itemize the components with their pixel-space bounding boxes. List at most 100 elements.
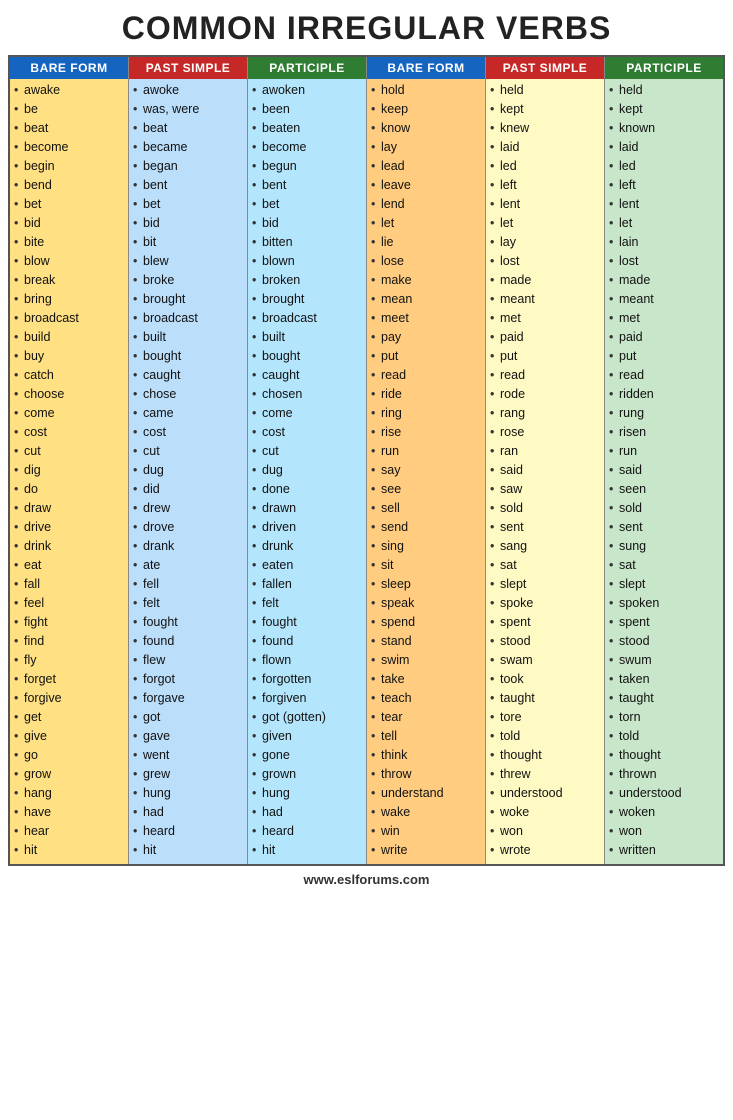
list-item: sold <box>490 499 600 518</box>
list-item: hold <box>371 81 481 100</box>
column-3: BARE FORMholdkeepknowlayleadleavelendlet… <box>367 57 486 864</box>
list-item: stood <box>490 632 600 651</box>
list-item: rode <box>490 385 600 404</box>
list-item: drew <box>133 499 243 518</box>
col-header-5: PARTICIPLE <box>605 57 723 79</box>
list-item: bitten <box>252 233 362 252</box>
list-item: beat <box>14 119 124 138</box>
list-item: hit <box>14 841 124 860</box>
list-item: meant <box>490 290 600 309</box>
list-item: held <box>609 81 719 100</box>
list-item: heard <box>252 822 362 841</box>
list-item: did <box>133 480 243 499</box>
list-item: rose <box>490 423 600 442</box>
list-item: lead <box>371 157 481 176</box>
list-item: feel <box>14 594 124 613</box>
list-item: spent <box>609 613 719 632</box>
list-item: been <box>252 100 362 119</box>
list-item: catch <box>14 366 124 385</box>
list-item: told <box>609 727 719 746</box>
list-item: went <box>133 746 243 765</box>
list-item: slept <box>609 575 719 594</box>
col-body-1: awokewas, werebeatbecamebeganbentbetbidb… <box>129 79 247 864</box>
list-item: lend <box>371 195 481 214</box>
list-item: say <box>371 461 481 480</box>
list-item: swam <box>490 651 600 670</box>
list-item: eat <box>14 556 124 575</box>
list-item: become <box>14 138 124 157</box>
list-item: left <box>609 176 719 195</box>
list-item: spoken <box>609 594 719 613</box>
list-item: give <box>14 727 124 746</box>
list-item: was, were <box>133 100 243 119</box>
footer: www.eslforums.com <box>8 872 725 887</box>
list-item: teach <box>371 689 481 708</box>
list-item: wrote <box>490 841 600 860</box>
list-item: met <box>490 309 600 328</box>
list-item: woken <box>609 803 719 822</box>
list-item: paid <box>490 328 600 347</box>
list-item: took <box>490 670 600 689</box>
list-item: slept <box>490 575 600 594</box>
list-item: speak <box>371 594 481 613</box>
list-item: grew <box>133 765 243 784</box>
list-item: stand <box>371 632 481 651</box>
list-item: driven <box>252 518 362 537</box>
list-item: meet <box>371 309 481 328</box>
col-body-5: heldkeptknownlaidledleftlentletlainlostm… <box>605 79 723 864</box>
list-item: rise <box>371 423 481 442</box>
list-item: bend <box>14 176 124 195</box>
list-item: cut <box>133 442 243 461</box>
list-item: hit <box>133 841 243 860</box>
list-item: kept <box>490 100 600 119</box>
list-item: begun <box>252 157 362 176</box>
list-item: sent <box>490 518 600 537</box>
list-item: rung <box>609 404 719 423</box>
list-item: let <box>490 214 600 233</box>
list-item: blew <box>133 252 243 271</box>
list-item: go <box>14 746 124 765</box>
list-item: bit <box>133 233 243 252</box>
list-item: do <box>14 480 124 499</box>
list-item: hung <box>133 784 243 803</box>
list-item: thought <box>609 746 719 765</box>
list-item: hit <box>252 841 362 860</box>
list-item: felt <box>252 594 362 613</box>
list-item: fought <box>133 613 243 632</box>
column-2: PARTICIPLEawokenbeenbeatenbecomebegunben… <box>248 57 367 864</box>
col-body-2: awokenbeenbeatenbecomebegunbentbetbidbit… <box>248 79 366 864</box>
list-item: sent <box>609 518 719 537</box>
col-body-4: heldkeptknewlaidledleftlentletlaylostmad… <box>486 79 604 864</box>
list-item: leave <box>371 176 481 195</box>
list-item: won <box>609 822 719 841</box>
list-item: held <box>490 81 600 100</box>
list-item: read <box>490 366 600 385</box>
list-item: got <box>133 708 243 727</box>
column-4: PAST SIMPLEheldkeptknewlaidledleftlentle… <box>486 57 605 864</box>
list-item: forgive <box>14 689 124 708</box>
list-item: eaten <box>252 556 362 575</box>
list-item: led <box>609 157 719 176</box>
list-item: blown <box>252 252 362 271</box>
list-item: cost <box>133 423 243 442</box>
list-item: drank <box>133 537 243 556</box>
list-item: buy <box>14 347 124 366</box>
list-item: run <box>371 442 481 461</box>
list-item: understood <box>609 784 719 803</box>
list-item: begin <box>14 157 124 176</box>
col-header-4: PAST SIMPLE <box>486 57 604 79</box>
list-item: lost <box>609 252 719 271</box>
column-5: PARTICIPLEheldkeptknownlaidledleftlentle… <box>605 57 723 864</box>
list-item: broke <box>133 271 243 290</box>
list-item: fought <box>252 613 362 632</box>
list-item: had <box>252 803 362 822</box>
list-item: blow <box>14 252 124 271</box>
list-item: awoken <box>252 81 362 100</box>
list-item: built <box>252 328 362 347</box>
list-item: bent <box>252 176 362 195</box>
col-header-2: PARTICIPLE <box>248 57 366 79</box>
list-item: got (gotten) <box>252 708 362 727</box>
list-item: keep <box>371 100 481 119</box>
list-item: grow <box>14 765 124 784</box>
list-item: understand <box>371 784 481 803</box>
